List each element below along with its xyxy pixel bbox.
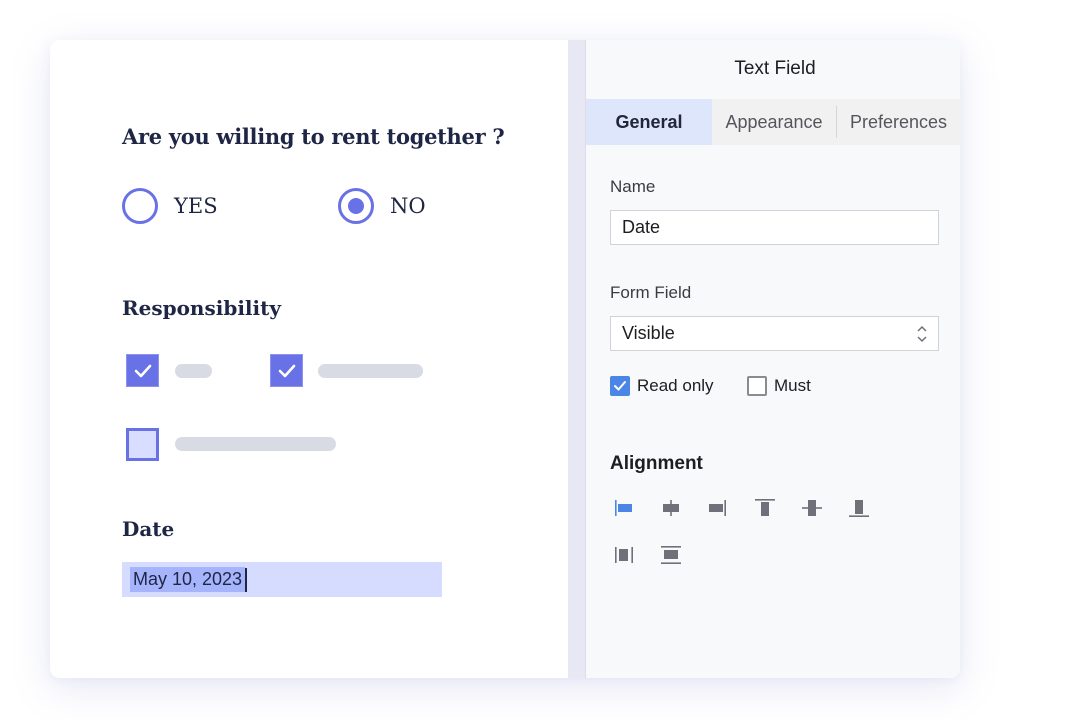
radio-button-no[interactable]: [338, 188, 374, 224]
distribute-vertical-icon[interactable]: [660, 544, 682, 566]
responsibility-checkbox-2[interactable]: [270, 354, 303, 387]
read-only-label: Read only: [637, 376, 714, 395]
align-left-icon[interactable]: [613, 497, 635, 519]
align-bottom-icon[interactable]: [848, 497, 870, 519]
form-preview-panel: Are you willing to rent together ? YES N…: [50, 40, 568, 678]
form-field-select[interactable]: Visible: [610, 316, 939, 351]
tab-appearance[interactable]: Appearance: [712, 99, 836, 145]
align-right-icon[interactable]: [706, 497, 728, 519]
radio-option-no[interactable]: NO: [338, 188, 426, 224]
panel-tabs: General Appearance Preferences: [586, 99, 960, 145]
radio-button-yes[interactable]: [122, 188, 158, 224]
question-title: Are you willing to rent together ?: [122, 124, 505, 149]
name-input-value: Date: [622, 217, 661, 237]
checkmark-icon: [134, 364, 151, 377]
form-field-select-value: Visible: [622, 323, 675, 343]
option-placeholder-1: [175, 364, 212, 378]
date-selected-text: May 10, 2023: [130, 567, 246, 592]
radio-label-no: NO: [390, 194, 426, 218]
responsibility-checkbox-1[interactable]: [126, 354, 159, 387]
date-input[interactable]: May 10, 2023: [122, 562, 442, 597]
name-label: Name: [610, 177, 656, 196]
text-cursor: [245, 567, 248, 592]
select-updown-icon: [917, 325, 927, 343]
name-input[interactable]: Date: [610, 210, 939, 245]
checkmark-icon: [278, 364, 295, 377]
read-only-option[interactable]: Read only: [610, 376, 714, 396]
tab-general[interactable]: General: [586, 99, 712, 145]
form-field-label: Form Field: [610, 283, 692, 302]
align-center-vertical-icon[interactable]: [801, 497, 823, 519]
align-center-horizontal-icon[interactable]: [660, 497, 682, 519]
radio-label-yes: YES: [174, 194, 218, 218]
must-checkbox[interactable]: [747, 376, 767, 396]
align-top-icon[interactable]: [754, 497, 776, 519]
responsibility-checkbox-3[interactable]: [126, 428, 159, 461]
read-only-checkbox[interactable]: [610, 376, 630, 396]
panel-divider[interactable]: [568, 40, 586, 678]
radio-selected-dot: [348, 198, 364, 214]
radio-option-yes[interactable]: YES: [122, 188, 218, 224]
distribute-horizontal-icon[interactable]: [613, 544, 635, 566]
responsibility-title: Responsibility: [122, 296, 281, 320]
option-placeholder-2: [318, 364, 423, 378]
tab-preferences[interactable]: Preferences: [836, 106, 960, 138]
checkmark-icon: [614, 381, 626, 391]
panel-title: Text Field: [734, 58, 816, 79]
must-label: Must: [774, 376, 811, 395]
option-placeholder-3: [175, 437, 336, 451]
alignment-title: Alignment: [610, 453, 703, 474]
properties-panel: Text Field General Appearance Preference…: [586, 40, 960, 678]
date-label: Date: [122, 517, 175, 541]
must-option[interactable]: Must: [747, 376, 811, 396]
form-editor-card: Are you willing to rent together ? YES N…: [50, 40, 960, 678]
